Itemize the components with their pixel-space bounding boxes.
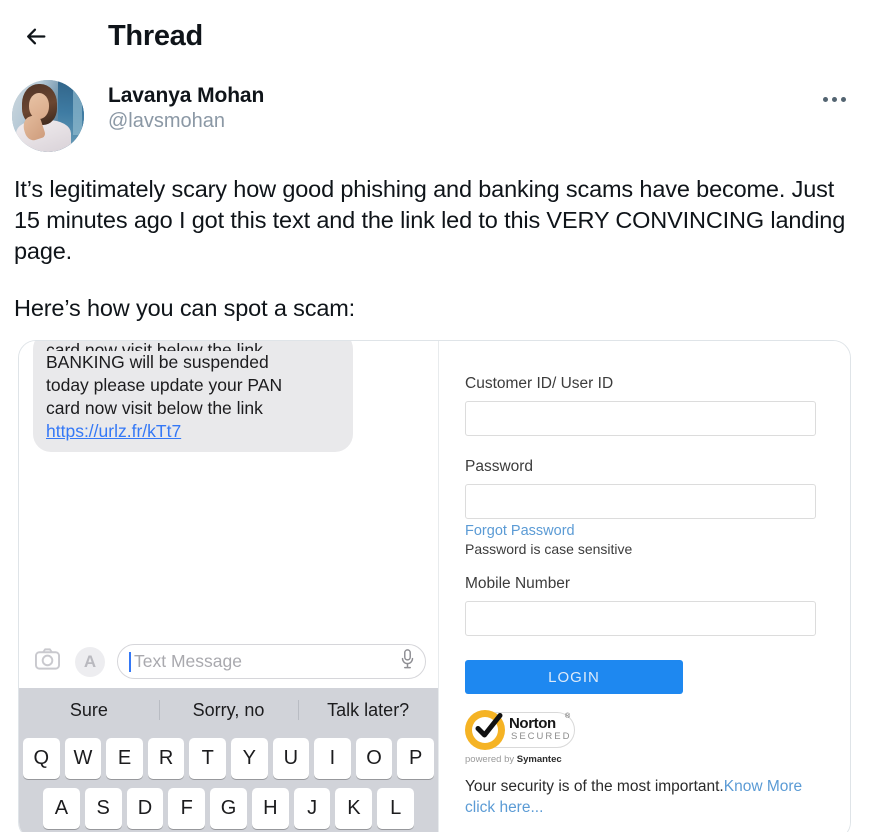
- message-input-placeholder: Text Message: [134, 651, 242, 671]
- suggestion-chip[interactable]: Sure: [19, 700, 159, 721]
- key-u[interactable]: U: [272, 738, 310, 779]
- security-notice-text: Your security is of the most important.: [465, 778, 724, 795]
- key-a[interactable]: A: [43, 788, 80, 829]
- sms-phishing-link[interactable]: https://urlz.fr/kTt7: [46, 420, 340, 443]
- norton-wordmark: Norton: [509, 715, 556, 732]
- sms-line-3: card now visit below the link: [46, 397, 263, 418]
- sms-truncated-line: card now visit below the link: [46, 341, 263, 351]
- norton-secured-badge: Norton ® SECURED powered by Symantec: [465, 710, 577, 765]
- author-names: Lavanya Mohan @lavsmohan: [108, 80, 264, 133]
- app-store-icon: A: [83, 651, 97, 671]
- camera-button[interactable]: [31, 646, 63, 678]
- customer-id-input[interactable]: [465, 401, 816, 436]
- onscreen-keyboard: Q W E R T Y U I O P A S D F G H J K L: [19, 732, 438, 832]
- avatar-wall-accent: [73, 90, 82, 135]
- tweet-paragraph-1: It’s legitimately scary how good phishin…: [14, 176, 846, 265]
- sms-screenshot-pane: card now visit below the link BANKING wi…: [19, 341, 439, 832]
- more-options-button[interactable]: [814, 82, 854, 116]
- key-t[interactable]: T: [189, 738, 226, 779]
- key-w[interactable]: W: [64, 738, 102, 779]
- suggestion-chip[interactable]: Talk later?: [298, 700, 438, 721]
- tweet-paragraph-2: Here’s how you can spot a scam:: [14, 295, 356, 322]
- password-label: Password: [465, 458, 534, 475]
- key-i[interactable]: I: [314, 738, 351, 779]
- page-title: Thread: [108, 19, 203, 52]
- key-p[interactable]: P: [397, 738, 434, 779]
- key-l[interactable]: L: [377, 788, 415, 829]
- powered-by-prefix: powered by: [465, 754, 517, 765]
- keyboard-row-2: A S D F G H J K L: [23, 788, 434, 829]
- key-s[interactable]: S: [84, 788, 122, 829]
- key-f[interactable]: F: [168, 788, 206, 829]
- microphone-icon[interactable]: [400, 649, 415, 674]
- customer-id-label: Customer ID/ User ID: [465, 375, 614, 392]
- key-j[interactable]: J: [293, 788, 331, 829]
- arrow-left-icon: [24, 24, 49, 49]
- norton-trademark: ®: [565, 713, 571, 720]
- tweet-author-row: Lavanya Mohan @lavsmohan: [0, 72, 870, 158]
- suggestion-chip[interactable]: Sorry, no: [159, 700, 299, 721]
- checkmark-icon: [471, 711, 505, 745]
- sms-line-2: today please update your PAN: [46, 374, 283, 395]
- message-input[interactable]: Text Message: [117, 644, 426, 679]
- tweet-text: It’s legitimately scary how good phishin…: [0, 158, 870, 324]
- security-notice: Your security is of the most important.K…: [465, 777, 816, 818]
- norton-secured-text: SECURED: [511, 731, 572, 742]
- author-handle[interactable]: @lavsmohan: [108, 110, 264, 133]
- thread-page: Thread Lavanya Mohan @lavsmohan It’s leg…: [0, 0, 870, 832]
- app-store-button[interactable]: A: [75, 646, 105, 677]
- password-case-note: Password is case sensitive: [465, 541, 633, 557]
- author-display-name[interactable]: Lavanya Mohan: [108, 84, 264, 108]
- key-y[interactable]: Y: [230, 738, 268, 779]
- sms-message-bubble: card now visit below the link BANKING wi…: [28, 341, 353, 452]
- key-d[interactable]: D: [126, 788, 164, 829]
- sms-input-bar: A Text Message: [19, 635, 438, 688]
- login-button[interactable]: LOGIN: [465, 660, 683, 694]
- key-g[interactable]: G: [210, 788, 247, 829]
- mobile-number-label: Mobile Number: [465, 575, 571, 592]
- more-horizontal-icon: [822, 96, 846, 102]
- sms-conversation: card now visit below the link BANKING wi…: [19, 341, 438, 635]
- key-o[interactable]: O: [355, 738, 393, 779]
- key-r[interactable]: R: [147, 738, 185, 779]
- back-button[interactable]: [14, 14, 58, 58]
- keyboard-row-1: Q W E R T Y U I O P: [23, 738, 434, 779]
- sms-line-1: BANKING will be suspended: [46, 352, 269, 372]
- predictive-text-bar: Sure Sorry, no Talk later?: [19, 688, 438, 732]
- forgot-password-link[interactable]: Forgot Password: [465, 523, 575, 539]
- tweet-media-card[interactable]: card now visit below the link BANKING wi…: [18, 340, 851, 832]
- mobile-number-input[interactable]: [465, 601, 816, 636]
- password-input[interactable]: [465, 484, 816, 519]
- avatar[interactable]: [12, 80, 84, 152]
- key-q[interactable]: Q: [23, 738, 60, 779]
- key-k[interactable]: K: [335, 788, 373, 829]
- symantec-brand: Symantec: [516, 754, 562, 765]
- text-caret: [129, 651, 131, 672]
- camera-icon: [34, 648, 60, 675]
- norton-powered-by: powered by Symantec: [465, 754, 577, 765]
- thread-header: Thread: [0, 0, 870, 72]
- sms-bubble-wrapper: card now visit below the link BANKING wi…: [28, 341, 353, 452]
- key-e[interactable]: E: [106, 738, 143, 779]
- phishing-login-pane: Customer ID/ User ID Password Forgot Pas…: [439, 341, 850, 832]
- key-h[interactable]: H: [251, 788, 289, 829]
- norton-badge-graphic: Norton ® SECURED: [465, 710, 577, 752]
